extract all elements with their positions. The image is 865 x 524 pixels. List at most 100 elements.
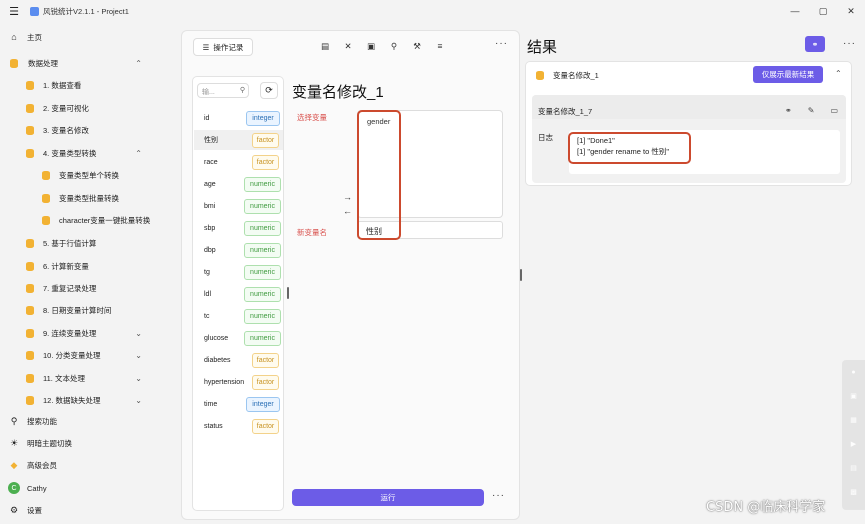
chevron-down-icon[interactable]: ⌄ <box>135 396 142 405</box>
maximize-icon[interactable]: ▢ <box>809 0 837 22</box>
sidebar-item-data-view[interactable]: 1. 数据查看 <box>0 74 180 96</box>
arrow-right-icon[interactable]: → <box>343 192 352 202</box>
variable-row-sbp[interactable]: sbp numeric <box>194 218 283 238</box>
sidebar-item-home[interactable]: ⌂ 主页 <box>0 26 180 48</box>
sidebar: ⌂ 主页 数据处理 ⌃ 1. 数据查看 2. 变量可视化 3. 变量名修改 4.… <box>0 26 180 524</box>
float-item-6[interactable]: ▩ <box>842 480 865 504</box>
results-more-icon[interactable]: ··· <box>843 38 856 49</box>
chevron-down-icon[interactable]: ⌄ <box>135 351 142 360</box>
variable-row-id[interactable]: id integer <box>194 108 283 128</box>
variable-row-status[interactable]: status factor <box>194 416 283 436</box>
variable-row-glucose[interactable]: glucose numeric <box>194 328 283 348</box>
log-highlight-box <box>568 132 691 164</box>
database-icon <box>42 193 50 203</box>
refresh-button[interactable]: ⟳ <box>260 82 278 99</box>
sidebar-item-single-convert[interactable]: 变量类型单个转换 <box>0 164 180 186</box>
search-data-icon[interactable]: ⚲ <box>389 41 399 51</box>
variable-row-tc[interactable]: tc numeric <box>194 306 283 326</box>
variable-row-age[interactable]: age numeric <box>194 174 283 194</box>
run-options-icon[interactable]: ··· <box>492 490 505 501</box>
sidebar-item-label: 7. 重复记录处理 <box>43 283 97 293</box>
float-item-3[interactable]: ▦ <box>842 408 865 432</box>
close-icon[interactable]: ✕ <box>837 0 865 22</box>
sidebar-item-var-rename[interactable]: 3. 变量名修改 <box>0 119 180 141</box>
sidebar-item-type-convert[interactable]: 4. 变量类型转换 ⌃ <box>0 142 180 164</box>
variable-row-bmi[interactable]: bmi numeric <box>194 196 283 216</box>
sun-icon: ☀ <box>9 437 19 448</box>
float-item-5[interactable]: ▤ <box>842 456 865 480</box>
sidebar-item-missing[interactable]: 12. 数据缺失处理 ⌄ <box>0 389 180 411</box>
sidebar-item-continuous[interactable]: 9. 连续变量处理 ⌄ <box>0 322 180 344</box>
database-icon <box>26 373 34 383</box>
variable-name: glucose <box>204 334 229 342</box>
minimize-icon[interactable]: — <box>781 0 809 22</box>
folder-icon[interactable]: ▭ <box>830 106 838 115</box>
sidebar-item-var-visual[interactable]: 2. 变量可视化 <box>0 97 180 119</box>
database-icon <box>26 328 34 338</box>
title-bar: ☰ 风锐统计V2.1.1 - Project1 — ▢ ✕ <box>0 0 865 22</box>
sidebar-item-date-calc[interactable]: 8. 日期变量计算时间 <box>0 299 180 321</box>
excel-icon[interactable]: ✕ <box>343 41 353 51</box>
link-button[interactable]: ⚭ <box>805 36 825 52</box>
variable-row-diabetes[interactable]: diabetes factor <box>194 350 283 370</box>
chevron-up-icon[interactable]: ⌃ <box>835 69 842 78</box>
sidebar-item-batch-convert[interactable]: 变量类型批量转换 <box>0 187 180 209</box>
sidebar-item-categorical[interactable]: 10. 分类变量处理 ⌄ <box>0 344 180 366</box>
chevron-up-icon[interactable]: ⌃ <box>135 149 142 158</box>
floating-toolbar: ● ▣ ▦ ▶ ▤ ▩ <box>842 360 865 510</box>
sidebar-item-label: 变量类型批量转换 <box>59 193 119 203</box>
sidebar-item-label: 4. 变量类型转换 <box>43 148 97 158</box>
variable-row-dbp[interactable]: dbp numeric <box>194 240 283 260</box>
chevron-up-icon[interactable]: ⌃ <box>135 59 142 68</box>
search-input[interactable]: 输... ⚲ <box>197 83 249 98</box>
latest-results-button[interactable]: 仅展示最新结果 <box>753 66 823 83</box>
chevron-down-icon[interactable]: ⌄ <box>135 374 142 383</box>
float-item-1[interactable]: ● <box>842 360 865 384</box>
variable-row-time[interactable]: time integer <box>194 394 283 414</box>
float-item-2[interactable]: ▣ <box>842 384 865 408</box>
document-icon[interactable]: ▤ <box>320 41 330 51</box>
sidebar-item-text[interactable]: 11. 文本处理 ⌄ <box>0 367 180 389</box>
variable-name: time <box>204 400 218 408</box>
sidebar-item-duplicates[interactable]: 7. 重复记录处理 <box>0 277 180 299</box>
splitter-handle[interactable] <box>287 287 289 299</box>
list-icon: ☰ <box>202 42 210 52</box>
sidebar-item-theme[interactable]: ☀ 明暗主题切换 <box>0 432 180 454</box>
type-badge: factor <box>252 352 279 368</box>
chevron-down-icon[interactable]: ⌄ <box>135 329 142 338</box>
gear-icon: ⚙ <box>9 504 19 515</box>
arrow-left-icon[interactable]: ← <box>343 206 352 216</box>
save-icon[interactable]: ▣ <box>366 41 376 51</box>
main-panel: ☰ 操作记录 ▤ ✕ ▣ ⚲ ⚒ ≡ ··· 输... ⚲ ⟳ id integ… <box>181 30 520 520</box>
sidebar-item-data-processing[interactable]: 数据处理 ⌃ <box>0 52 180 74</box>
variable-row-hypertension[interactable]: hypertension factor <box>194 372 283 392</box>
float-item-4[interactable]: ▶ <box>842 432 865 456</box>
wrench-icon[interactable]: ⚒ <box>412 41 422 51</box>
history-button[interactable]: ☰ 操作记录 <box>193 38 253 56</box>
sidebar-item-new-var[interactable]: 6. 计算新变量 <box>0 255 180 277</box>
variable-row-tg[interactable]: tg numeric <box>194 262 283 282</box>
log-label: 日志 <box>538 133 553 142</box>
sidebar-item-label: 明暗主题切换 <box>27 438 72 448</box>
sidebar-item-character-convert[interactable]: character变量一键批量转换 <box>0 209 180 231</box>
sidebar-item-label: 高级会员 <box>27 460 57 470</box>
variable-row-gender[interactable]: 性别 factor <box>194 130 283 150</box>
link-icon[interactable]: ⚭ <box>785 106 792 115</box>
sidebar-item-settings[interactable]: ⚙ 设置 <box>0 499 180 521</box>
run-button[interactable]: 运行 <box>292 489 484 506</box>
sidebar-item-row-calc[interactable]: 5. 基于行值计算 <box>0 232 180 254</box>
variable-row-ldl[interactable]: ldl numeric <box>194 284 283 304</box>
variable-name: diabetes <box>204 356 231 364</box>
sidebar-item-user[interactable]: C Cathy <box>0 477 180 499</box>
database-icon[interactable]: ≡ <box>435 41 445 51</box>
sidebar-item-vip[interactable]: ◆ 高级会员 <box>0 454 180 476</box>
more-icon[interactable]: ··· <box>495 38 508 49</box>
database-icon <box>26 148 34 158</box>
database-icon <box>10 58 18 68</box>
panel-splitter-handle[interactable] <box>520 269 522 281</box>
hamburger-menu-icon[interactable]: ☰ <box>4 5 24 18</box>
sidebar-item-search[interactable]: ⚲ 搜索功能 <box>0 410 180 432</box>
edit-icon[interactable]: ✎ <box>808 106 815 115</box>
home-icon: ⌂ <box>11 32 17 42</box>
variable-row-race[interactable]: race factor <box>194 152 283 172</box>
